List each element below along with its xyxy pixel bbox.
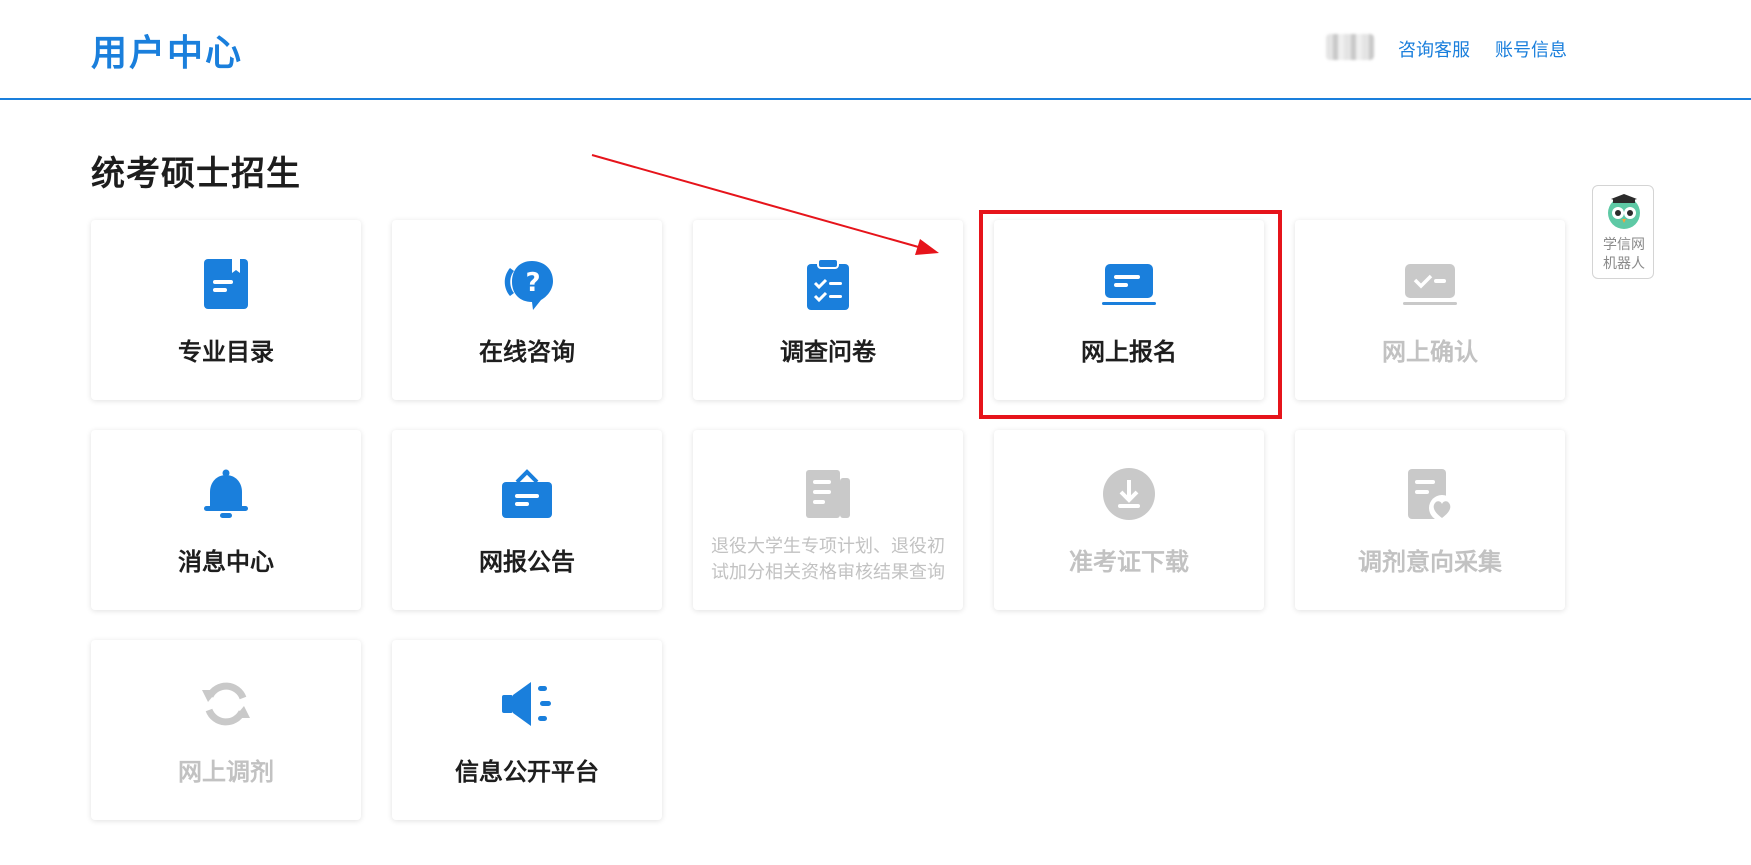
card-label: 调剂意向采集 xyxy=(1358,548,1502,576)
card-registration-notice[interactable]: 网报公告 xyxy=(392,430,662,610)
card-label: 在线咨询 xyxy=(479,338,575,366)
notice-board-icon xyxy=(502,469,552,518)
account-info-link[interactable]: 账号信息 xyxy=(1495,36,1567,62)
download-icon xyxy=(1103,468,1155,520)
user-name-blurred xyxy=(1326,34,1374,60)
card-online-consult[interactable]: ? 在线咨询 xyxy=(392,220,662,400)
card-label: 网报公告 xyxy=(479,548,575,576)
card-online-adjustment[interactable]: 网上调剂 xyxy=(91,640,361,820)
consult-service-link[interactable]: 咨询客服 xyxy=(1398,36,1470,62)
card-adjustment-intention[interactable]: 调剂意向采集 xyxy=(1295,430,1565,610)
card-label: 准考证下载 xyxy=(1069,548,1189,576)
card-veteran-qualification-query[interactable]: 退役大学生专项计划、退役初试加分相关资格审核结果查询 xyxy=(693,430,963,610)
card-label: 退役大学生专项计划、退役初试加分相关资格审核结果查询 xyxy=(711,536,945,583)
laptop-icon xyxy=(1102,264,1156,305)
top-header: 用户中心 咨询客服 账号信息 xyxy=(0,0,1751,100)
card-label: 专业目录 xyxy=(178,338,274,366)
card-online-registration[interactable]: 网上报名 xyxy=(994,220,1264,400)
card-online-confirm[interactable]: 网上确认 xyxy=(1295,220,1565,400)
card-label: 网上调剂 xyxy=(178,758,274,786)
clipboard-check-icon xyxy=(807,258,849,310)
chat-question-icon: ? xyxy=(504,261,553,310)
brand-title[interactable]: 用户中心 xyxy=(91,24,243,76)
card-label: 信息公开平台 xyxy=(455,758,599,786)
card-message-center[interactable]: 消息中心 xyxy=(91,430,361,610)
book-icon xyxy=(204,259,248,309)
card-info-public-platform[interactable]: 信息公开平台 xyxy=(392,640,662,820)
card-label: 消息中心 xyxy=(178,548,274,576)
check-card-icon xyxy=(1403,264,1457,305)
megaphone-icon xyxy=(502,682,551,726)
card-label: 网上确认 xyxy=(1382,338,1478,366)
card-label: 网上报名 xyxy=(1081,338,1177,366)
svg-text:?: ? xyxy=(525,268,540,298)
bell-icon xyxy=(204,469,248,518)
heart-document-icon xyxy=(1408,469,1455,521)
section-title: 统考硕士招生 xyxy=(91,154,301,194)
card-survey[interactable]: 调查问卷 xyxy=(693,220,963,400)
owl-robot-icon xyxy=(1608,194,1640,229)
robot-label: 学信网 机器人 xyxy=(1603,237,1645,272)
card-label: 调查问卷 xyxy=(780,338,876,366)
document-icon xyxy=(806,470,850,518)
card-admission-ticket-download[interactable]: 准考证下载 xyxy=(994,430,1264,610)
refresh-icon xyxy=(202,682,250,726)
robot-assistant-button[interactable]: 学信网 机器人 xyxy=(1592,185,1654,279)
card-major-catalog[interactable]: 专业目录 xyxy=(91,220,361,400)
